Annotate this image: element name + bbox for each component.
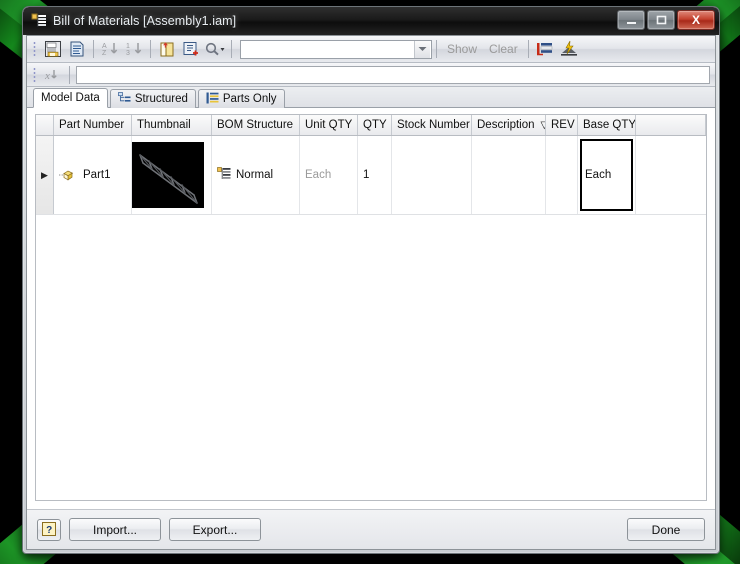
row-selector-header bbox=[36, 115, 54, 135]
column-header-thumbnail[interactable]: Thumbnail bbox=[132, 115, 212, 135]
grid-header-row: Part Number Thumbnail BOM Structure Unit… bbox=[36, 115, 706, 136]
toolbar-separator bbox=[150, 40, 151, 58]
cell-stock-number[interactable] bbox=[392, 136, 472, 214]
bom-grid[interactable]: Part Number Thumbnail BOM Structure Unit… bbox=[35, 114, 707, 501]
tab-parts-only[interactable]: Parts Only bbox=[197, 89, 285, 108]
title-bar[interactable]: Bill of Materials [Assembly1.iam] X bbox=[23, 7, 719, 35]
toolbar-separator bbox=[69, 65, 70, 84]
part-component-icon bbox=[59, 167, 77, 184]
help-button[interactable]: ? bbox=[37, 518, 61, 541]
tab-label: Structured bbox=[134, 93, 188, 105]
svg-text:3: 3 bbox=[126, 50, 130, 57]
toolbar-separator bbox=[527, 40, 529, 58]
import-button[interactable]: Import... bbox=[69, 518, 161, 541]
done-button[interactable]: Done bbox=[627, 518, 705, 541]
sort-19-icon[interactable]: 1 3 bbox=[122, 38, 146, 60]
window-controls: X bbox=[617, 10, 715, 30]
report-icon[interactable] bbox=[65, 38, 89, 60]
toolbar-separator bbox=[231, 40, 232, 58]
bill-of-materials-window: Bill of Materials [Assembly1.iam] X A Z … bbox=[22, 6, 720, 554]
sort-az-icon[interactable]: A Z bbox=[98, 38, 122, 60]
bom-icon bbox=[31, 13, 47, 29]
cell-rev[interactable] bbox=[546, 136, 578, 214]
base-qty-text: Each bbox=[585, 169, 612, 181]
engineering-icon[interactable] bbox=[557, 38, 581, 60]
svg-text:1: 1 bbox=[126, 43, 130, 50]
minimize-button[interactable] bbox=[617, 10, 645, 30]
table-row[interactable]: ▶ Part1 Normal Each 1 Each bbox=[36, 136, 706, 215]
cell-unit-qty[interactable]: Each bbox=[300, 136, 358, 214]
part-number-text: Part1 bbox=[83, 169, 111, 181]
quantity-override-icon[interactable]: x bbox=[41, 64, 65, 86]
tab-label: Parts Only bbox=[222, 93, 277, 105]
close-button[interactable]: X bbox=[677, 10, 715, 30]
svg-text:x: x bbox=[44, 70, 50, 82]
window-title: Bill of Materials [Assembly1.iam] bbox=[53, 14, 237, 28]
export-button[interactable]: Export... bbox=[169, 518, 261, 541]
maximize-button[interactable] bbox=[647, 10, 675, 30]
bom-normal-icon bbox=[217, 166, 231, 184]
column-header-part-number[interactable]: Part Number bbox=[54, 115, 132, 135]
window-client-area: A Z 1 3 Show Clear x Model Data Structur… bbox=[26, 35, 716, 550]
column-header-description[interactable]: Description ▽ bbox=[472, 115, 546, 135]
tab-strip: Model Data Structured Parts Only bbox=[27, 87, 715, 108]
view-properties-icon[interactable] bbox=[533, 38, 557, 60]
toolbar-separator bbox=[436, 40, 437, 58]
chevron-down-icon[interactable] bbox=[414, 40, 430, 58]
find-icon[interactable] bbox=[203, 38, 227, 60]
parts-only-icon bbox=[206, 92, 219, 107]
cell-part-number[interactable]: Part1 bbox=[54, 136, 132, 214]
add-column-icon[interactable] bbox=[155, 38, 179, 60]
column-header-bom-structure[interactable]: BOM Structure bbox=[212, 115, 300, 135]
cell-thumbnail[interactable] bbox=[132, 136, 212, 214]
cell-filler bbox=[636, 136, 706, 214]
clear-button[interactable]: Clear bbox=[483, 42, 524, 56]
tab-label: Model Data bbox=[41, 92, 100, 104]
base-qty-active-cell[interactable]: Each bbox=[580, 139, 633, 211]
toolbar-secondary: x bbox=[27, 63, 715, 87]
grid-empty-area[interactable] bbox=[36, 215, 706, 500]
tab-model-data[interactable]: Model Data bbox=[33, 88, 108, 108]
tab-structured[interactable]: Structured bbox=[109, 89, 196, 108]
save-bom-icon[interactable] bbox=[41, 38, 65, 60]
column-header-base-qty[interactable]: Base QTY bbox=[578, 115, 636, 135]
column-header-stock-number[interactable]: Stock Number bbox=[392, 115, 472, 135]
svg-text:?: ? bbox=[46, 525, 52, 536]
quantity-input[interactable] bbox=[76, 65, 710, 84]
toolbar-grip[interactable] bbox=[31, 65, 38, 84]
choose-columns-icon[interactable] bbox=[179, 38, 203, 60]
cell-description[interactable] bbox=[472, 136, 546, 214]
column-header-rev[interactable]: REV bbox=[546, 115, 578, 135]
cell-bom-structure[interactable]: Normal bbox=[212, 136, 300, 214]
row-selector-cell[interactable]: ▶ bbox=[36, 136, 54, 214]
column-header-label: Description bbox=[477, 119, 535, 131]
toolbar-grip[interactable] bbox=[31, 40, 38, 58]
row-indicator-icon: ▶ bbox=[41, 169, 48, 180]
svg-text:A: A bbox=[102, 43, 107, 50]
dialog-footer: ? Import... Export... Done bbox=[27, 509, 715, 549]
toolbar-separator bbox=[93, 40, 94, 58]
svg-text:Z: Z bbox=[102, 50, 107, 57]
show-button[interactable]: Show bbox=[441, 42, 483, 56]
toolbar-primary: A Z 1 3 Show Clear bbox=[27, 36, 715, 63]
filter-combo[interactable] bbox=[240, 39, 432, 59]
column-header-unit-qty[interactable]: Unit QTY bbox=[300, 115, 358, 135]
cell-qty[interactable]: 1 bbox=[358, 136, 392, 214]
cell-base-qty[interactable]: Each bbox=[578, 136, 636, 214]
column-header-qty[interactable]: QTY bbox=[358, 115, 392, 135]
bom-structure-text: Normal bbox=[236, 169, 274, 181]
bom-grid-container: Part Number Thumbnail BOM Structure Unit… bbox=[27, 108, 715, 509]
structured-icon bbox=[117, 91, 131, 107]
truss-beam-thumbnail bbox=[132, 142, 204, 208]
column-header-filler bbox=[636, 115, 706, 135]
